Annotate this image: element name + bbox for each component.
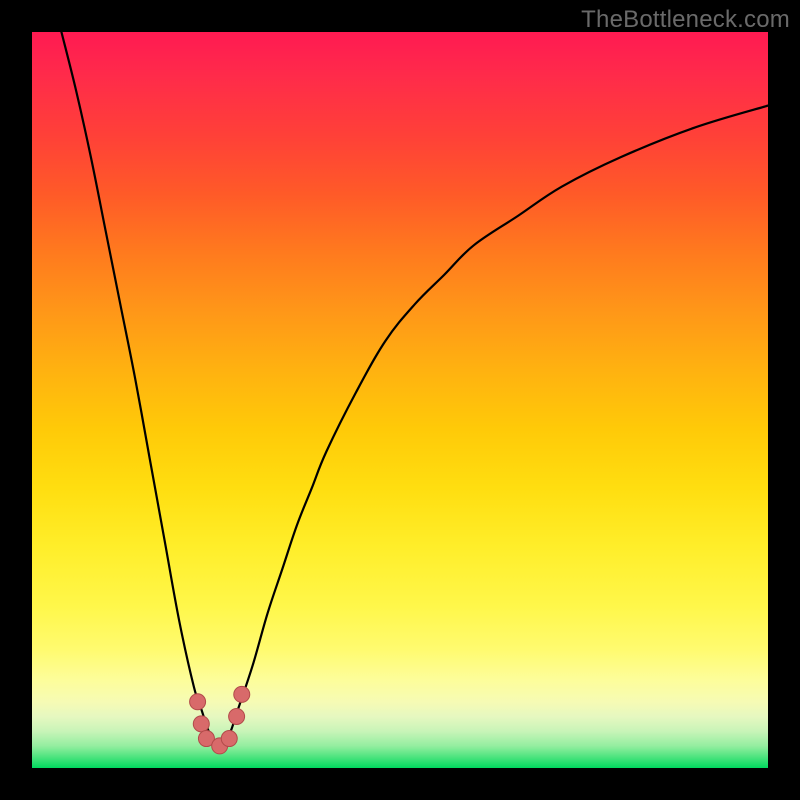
watermark-text: TheBottleneck.com: [581, 6, 790, 34]
plot-area: [32, 32, 768, 768]
curve-marker: [234, 686, 250, 702]
curve-markers: [190, 686, 250, 754]
curve-marker: [221, 731, 237, 747]
bottleneck-curve: [61, 32, 768, 748]
curve-layer: [32, 32, 768, 768]
chart-frame: TheBottleneck.com: [0, 0, 800, 800]
curve-marker: [193, 716, 209, 732]
curve-marker: [190, 694, 206, 710]
curve-marker: [229, 708, 245, 724]
